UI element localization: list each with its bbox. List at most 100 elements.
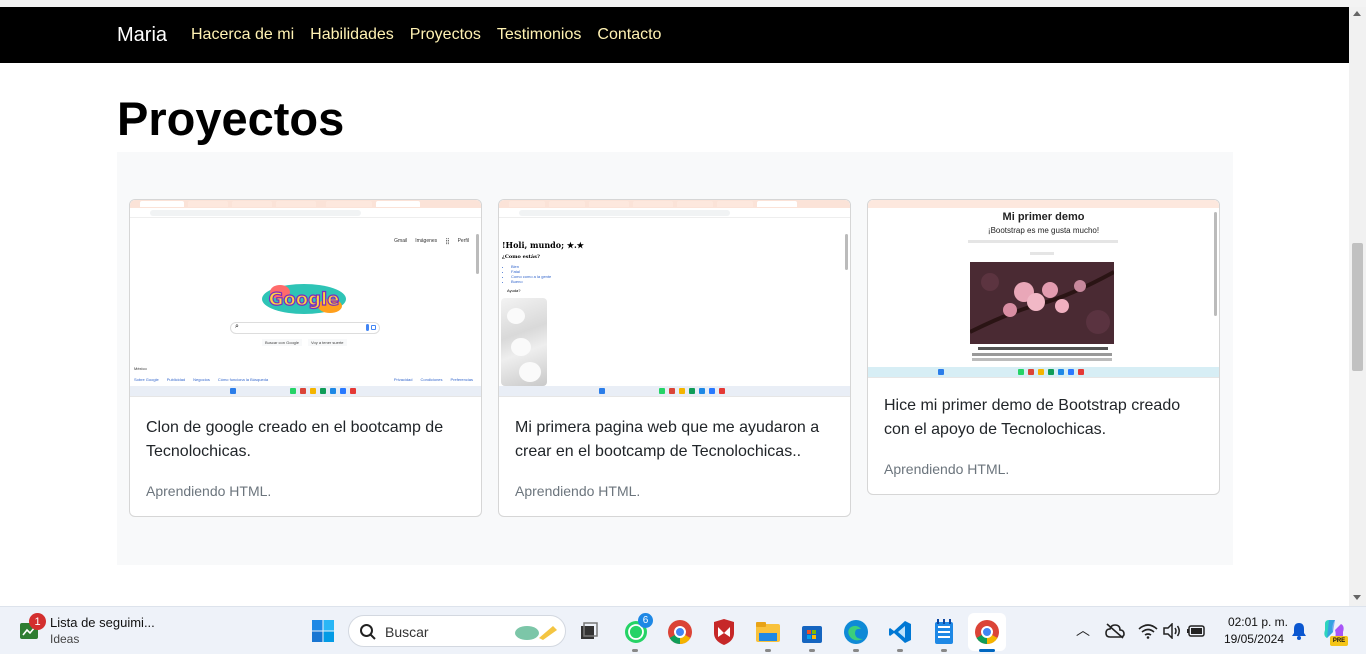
running-indicator — [765, 649, 771, 652]
profile-link: Perfil — [457, 238, 469, 244]
mcafee-icon[interactable] — [710, 618, 738, 646]
search-icon — [360, 624, 376, 640]
running-indicator — [632, 649, 638, 652]
brand-link[interactable]: Maria — [117, 24, 167, 47]
mic-icon — [366, 324, 369, 331]
edge-icon[interactable] — [842, 618, 870, 646]
project-screenshot-bootstrap-demo: Mi primer demo ¡Bootstrap es me gusta mu… — [868, 200, 1219, 378]
project-card-first-page[interactable]: !Holi, mundo; ★.★ ¿Como estás? Bien Fata… — [498, 199, 851, 517]
navbar: Maria Hacerca de mi Habilidades Proyecto… — [0, 7, 1349, 63]
windows-start-icon[interactable] — [310, 618, 336, 644]
running-indicator — [809, 649, 815, 652]
lens-icon — [371, 325, 376, 330]
mini-browser-tabs — [868, 200, 1219, 208]
google-doodle: Google — [260, 282, 348, 316]
project-description: Hice mi primer demo de Bootstrap creado … — [884, 397, 1181, 438]
apps-grid-icon: ⣿ — [445, 239, 450, 245]
widget-subtitle: Ideas — [50, 632, 80, 646]
running-indicator — [897, 649, 903, 652]
nav-link-projects[interactable]: Proyectos — [410, 26, 481, 44]
mini-address-bar — [499, 208, 850, 218]
mini-browser-tabs — [499, 200, 850, 208]
whatsapp-badge: 6 — [638, 613, 653, 628]
project-meta: Aprendiendo HTML. — [515, 483, 641, 499]
project-card-bootstrap-demo[interactable]: Mi primer demo ¡Bootstrap es me gusta mu… — [867, 199, 1220, 495]
gmail-link: Gmail — [394, 238, 408, 244]
footer-link: Negocios — [193, 377, 210, 382]
battery-icon[interactable] — [1185, 620, 1207, 642]
chevron-up-icon[interactable]: ︿ — [1074, 621, 1092, 639]
scroll-down-arrow-icon[interactable] — [1353, 595, 1361, 600]
scroll-up-arrow-icon[interactable] — [1353, 11, 1361, 16]
browser-viewport: Maria Hacerca de mi Habilidades Proyecto… — [0, 0, 1366, 606]
mini-scrollbar — [476, 234, 479, 274]
mini-page-subheading: ¿Como estás? — [502, 254, 540, 260]
project-screenshot-google-clone: Gmail Imágenes ⣿ Perfil Google ⌕ Buscar — [130, 200, 481, 397]
images-link: Imágenes — [415, 238, 438, 244]
nav-link-testimonials[interactable]: Testimonios — [497, 26, 581, 44]
demo-text-line — [972, 358, 1112, 361]
clock-date[interactable]: 19/05/2024 — [1218, 632, 1284, 646]
demo-subtitle: ¡Bootstrap es me gusta mucho! — [987, 226, 1100, 235]
clock-time[interactable]: 02:01 p. m. — [1218, 615, 1288, 629]
page-scrollbar[interactable] — [1349, 7, 1366, 606]
file-explorer-icon[interactable] — [754, 618, 782, 646]
nav-links: Hacerca de mi Habilidades Proyectos Test… — [191, 26, 661, 44]
windows-taskbar: 1 Lista de seguimi... Ideas Buscar 6 ︿ 0… — [0, 606, 1366, 654]
search-button: Buscar con Google — [262, 339, 303, 346]
google-top-links: Gmail Imágenes ⣿ Perfil — [394, 238, 469, 245]
google-search-box: ⌕ — [230, 322, 380, 334]
chrome-icon[interactable] — [666, 618, 694, 646]
notification-bell-icon[interactable] — [1290, 621, 1308, 641]
project-meta: Aprendiendo HTML. — [146, 483, 272, 499]
widget-title[interactable]: Lista de seguimi... — [50, 615, 155, 630]
mini-scrollbar — [1214, 212, 1217, 316]
mini-browser-tabs — [130, 200, 481, 208]
chrome-active-icon[interactable] — [968, 613, 1006, 651]
footer-link: Privacidad — [393, 377, 413, 382]
window-top-strip — [0, 0, 1366, 7]
mini-taskbar — [868, 367, 1219, 377]
page-title: Proyectos — [117, 92, 345, 145]
footer-link: Publicidad — [166, 377, 186, 382]
mini-page-heading: !Holi, mundo; ★.★ — [502, 240, 584, 250]
task-view-icon[interactable] — [578, 620, 600, 642]
microsoft-store-icon[interactable] — [798, 618, 826, 646]
google-country: México — [134, 366, 147, 371]
widget-badge: 1 — [29, 613, 46, 630]
mini-taskbar — [499, 386, 850, 396]
mini-scrollbar — [845, 234, 848, 270]
project-description: Mi primera pagina web que me ayudaron a … — [515, 419, 820, 460]
scroll-thumb[interactable] — [1352, 243, 1363, 371]
cloud-offline-icon[interactable] — [1104, 620, 1126, 642]
footer-link: Preferencias — [450, 377, 473, 382]
demo-text-line — [972, 353, 1112, 356]
active-indicator — [979, 649, 995, 652]
vscode-icon[interactable] — [886, 618, 914, 646]
demo-title: Mi primer demo — [1002, 211, 1085, 223]
copilot-badge: PRE — [1330, 636, 1348, 646]
nav-link-contact[interactable]: Contacto — [597, 26, 661, 44]
cherry-blossom-image — [970, 262, 1114, 344]
wifi-icon[interactable] — [1137, 620, 1159, 642]
demo-text-line — [978, 347, 1108, 350]
footer-link: Sobre Google — [134, 377, 159, 382]
google-buttons: Buscar con Google Voy a tener suerte — [262, 339, 347, 346]
nav-link-skills[interactable]: Habilidades — [310, 26, 394, 44]
project-card-google-clone[interactable]: Gmail Imágenes ⣿ Perfil Google ⌕ Buscar — [129, 199, 482, 517]
volume-icon[interactable] — [1161, 620, 1183, 642]
mini-page-list: Bien Fatal Como como a la gente Bueno — [511, 264, 551, 284]
google-footer-left: Sobre Google Publicidad Negocios Cómo fu… — [134, 377, 268, 382]
nav-link-about[interactable]: Hacerca de mi — [191, 26, 294, 44]
mini-address-bar — [130, 208, 481, 218]
footer-link: Cómo funciona la Búsqueda — [217, 377, 269, 382]
notepad-icon[interactable] — [930, 618, 958, 646]
taskbar-search-box[interactable]: Buscar — [348, 615, 566, 647]
project-screenshot-first-page: !Holi, mundo; ★.★ ¿Como estás? Bien Fata… — [499, 200, 850, 397]
search-highlight-icon — [515, 626, 557, 640]
running-indicator — [941, 649, 947, 652]
mini-page-question: Ayuda? — [507, 288, 521, 293]
lucky-button: Voy a tener suerte — [308, 339, 347, 346]
cat-images — [501, 298, 547, 386]
search-icon: ⌕ — [235, 323, 239, 330]
